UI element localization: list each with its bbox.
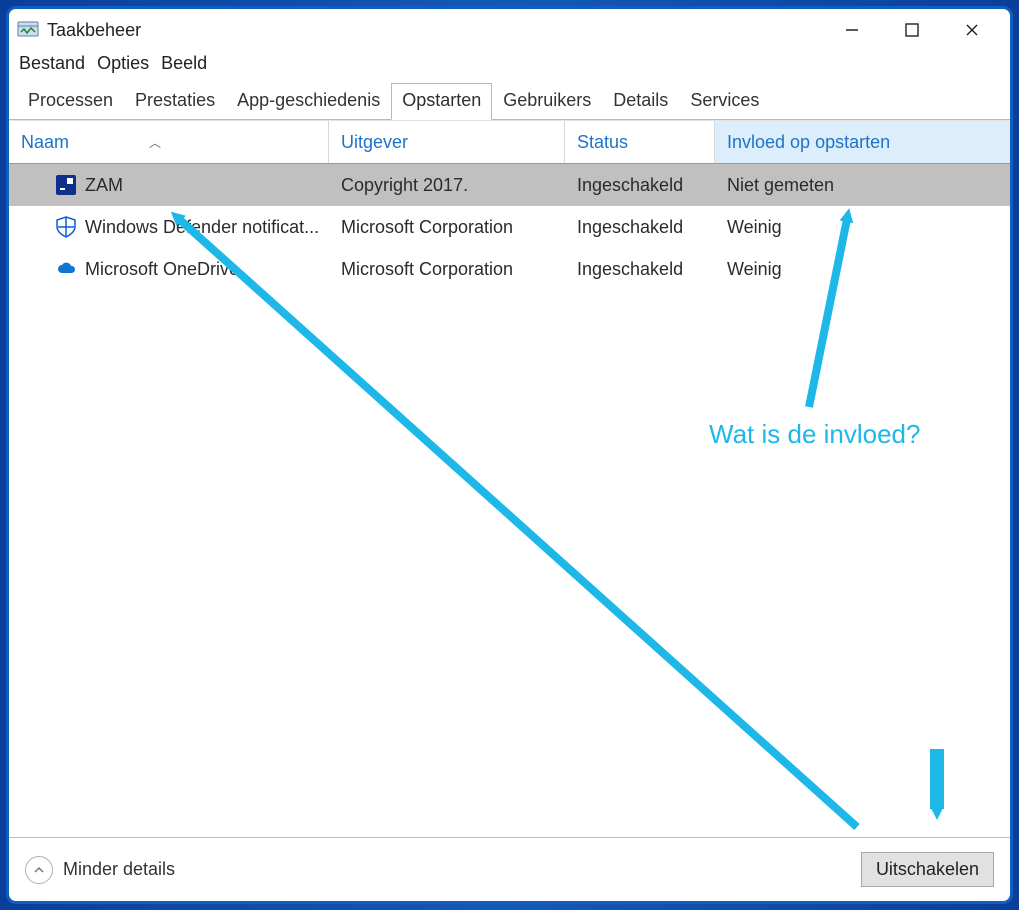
tab-services[interactable]: Services	[679, 83, 770, 120]
column-startup-impact[interactable]: Invloed op opstarten	[715, 121, 1010, 163]
row-status: Ingeschakeld	[565, 217, 715, 238]
row-impact: Weinig	[715, 217, 1010, 238]
taskmanager-window: Taakbeheer Bestand Opties Beeld Processe…	[6, 6, 1013, 904]
row-status: Ingeschakeld	[565, 259, 715, 280]
chevron-up-icon	[25, 856, 53, 884]
table-row-zam[interactable]: ZAM Copyright 2017. Ingeschakeld Niet ge…	[9, 164, 1010, 206]
row-status: Ingeschakeld	[565, 175, 715, 196]
row-publisher: Microsoft Corporation	[329, 259, 565, 280]
column-name-label: Naam	[21, 132, 69, 153]
column-name[interactable]: Naam ︿	[9, 121, 329, 163]
startup-list: Naam ︿ Uitgever Status Invloed op opstar…	[9, 120, 1010, 837]
tab-strip: Processen Prestaties App-geschiedenis Op…	[9, 80, 1010, 120]
tab-performance[interactable]: Prestaties	[124, 83, 226, 120]
menu-file[interactable]: Bestand	[19, 53, 85, 74]
tab-details[interactable]: Details	[602, 83, 679, 120]
menubar: Bestand Opties Beeld	[9, 49, 1010, 80]
menu-options[interactable]: Opties	[97, 53, 149, 74]
row-impact: Weinig	[715, 259, 1010, 280]
menu-view[interactable]: Beeld	[161, 53, 207, 74]
startup-rows: ZAM Copyright 2017. Ingeschakeld Niet ge…	[9, 164, 1010, 837]
footer: Minder details Uitschakelen	[9, 837, 1010, 901]
tab-users[interactable]: Gebruikers	[492, 83, 602, 120]
column-headers: Naam ︿ Uitgever Status Invloed op opstar…	[9, 120, 1010, 164]
row-name: Microsoft OneDrive	[85, 259, 239, 280]
zam-icon	[55, 174, 77, 196]
disable-button[interactable]: Uitschakelen	[861, 852, 994, 887]
tab-processes[interactable]: Processen	[17, 83, 124, 120]
window-title: Taakbeheer	[47, 20, 141, 41]
table-row-onedrive[interactable]: Microsoft OneDrive Microsoft Corporation…	[9, 248, 1010, 290]
column-publisher[interactable]: Uitgever	[329, 121, 565, 163]
titlebar: Taakbeheer	[9, 9, 1010, 49]
cloud-icon	[55, 258, 77, 280]
maximize-button[interactable]	[882, 15, 942, 45]
row-name: ZAM	[85, 175, 123, 196]
row-publisher: Copyright 2017.	[329, 175, 565, 196]
row-name: Windows Defender notificat...	[85, 217, 319, 238]
close-button[interactable]	[942, 15, 1002, 45]
shield-icon	[55, 216, 77, 238]
column-status[interactable]: Status	[565, 121, 715, 163]
fewer-details-toggle[interactable]: Minder details	[25, 856, 175, 884]
minimize-button[interactable]	[822, 15, 882, 45]
window-buttons	[822, 15, 1002, 45]
tab-startup[interactable]: Opstarten	[391, 83, 492, 120]
tab-app-history[interactable]: App-geschiedenis	[226, 83, 391, 120]
startup-panel: Naam ︿ Uitgever Status Invloed op opstar…	[9, 120, 1010, 837]
sort-indicator-icon: ︿	[149, 134, 161, 151]
fewer-details-label: Minder details	[63, 859, 175, 880]
table-row-defender[interactable]: Windows Defender notificat... Microsoft …	[9, 206, 1010, 248]
row-publisher: Microsoft Corporation	[329, 217, 565, 238]
row-impact: Niet gemeten	[715, 175, 1010, 196]
taskmanager-icon	[17, 19, 39, 41]
